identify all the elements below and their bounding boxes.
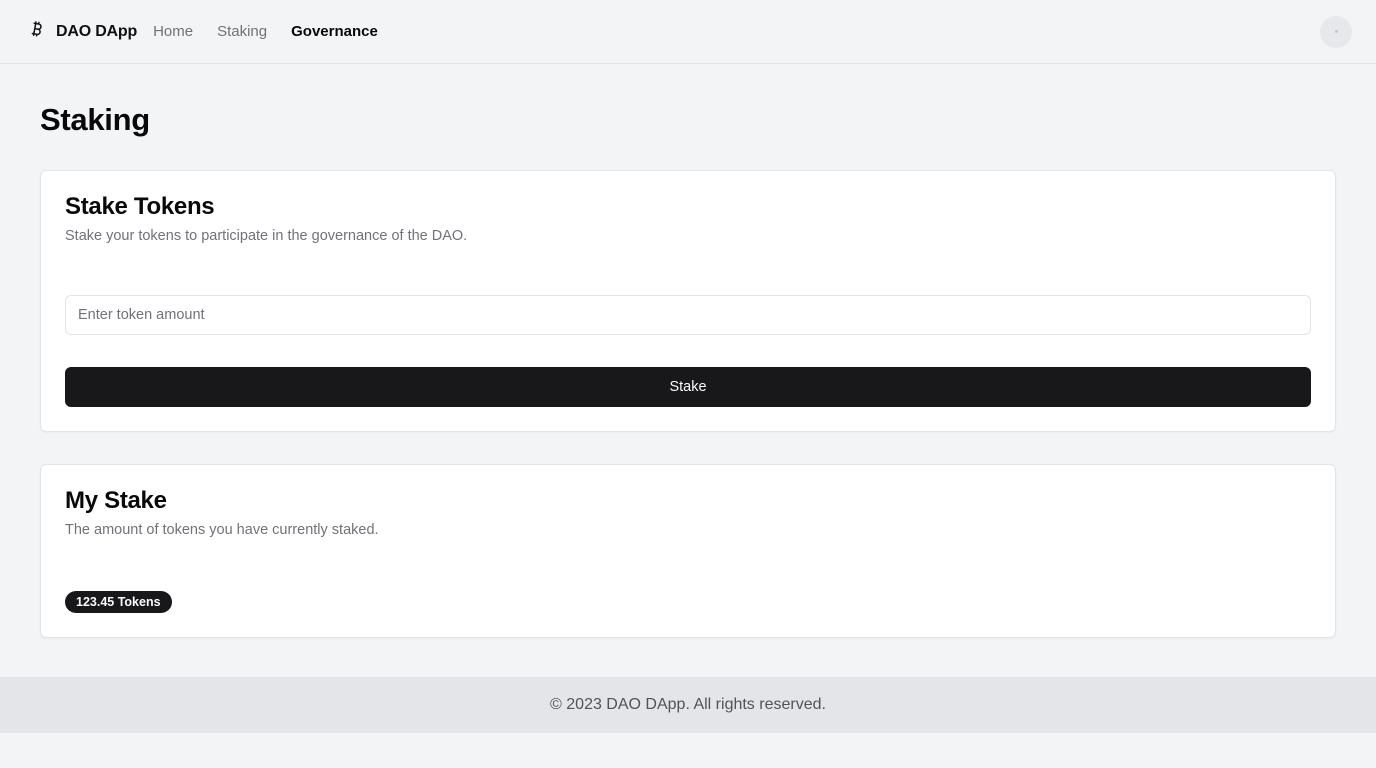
nav-home[interactable]: Home — [153, 23, 193, 40]
avatar-icon — [1334, 30, 1338, 33]
my-stake-card: My Stake The amount of tokens you have c… — [40, 464, 1336, 638]
stake-card-description: Stake your tokens to participate in the … — [65, 228, 468, 244]
main-nav: Home Staking Governance — [153, 23, 402, 40]
bitcoin-icon — [28, 19, 46, 44]
my-stake-title: My Stake — [65, 487, 167, 514]
nav-staking[interactable]: Staking — [217, 23, 267, 40]
staked-amount-badge: 123.45 Tokens — [65, 591, 172, 613]
stake-button[interactable]: Stake — [65, 367, 1311, 407]
my-stake-description: The amount of tokens you have currently … — [65, 522, 379, 538]
footer-copyright: © 2023 DAO DApp. All rights reserved. — [550, 696, 826, 713]
stake-tokens-card: Stake Tokens Stake your tokens to partic… — [40, 170, 1336, 432]
brand[interactable]: DAO DApp — [28, 19, 137, 44]
page-title: Staking — [40, 102, 150, 137]
stake-card-title: Stake Tokens — [65, 193, 215, 220]
top-navbar: DAO DApp Home Staking Governance — [0, 0, 1376, 64]
brand-name: DAO DApp — [56, 22, 138, 40]
token-amount-input[interactable] — [65, 295, 1311, 335]
footer: © 2023 DAO DApp. All rights reserved. — [0, 677, 1376, 733]
main-content: Staking Stake Tokens Stake your tokens t… — [0, 64, 1376, 638]
avatar-button[interactable] — [1320, 15, 1352, 48]
nav-governance[interactable]: Governance — [291, 23, 378, 40]
